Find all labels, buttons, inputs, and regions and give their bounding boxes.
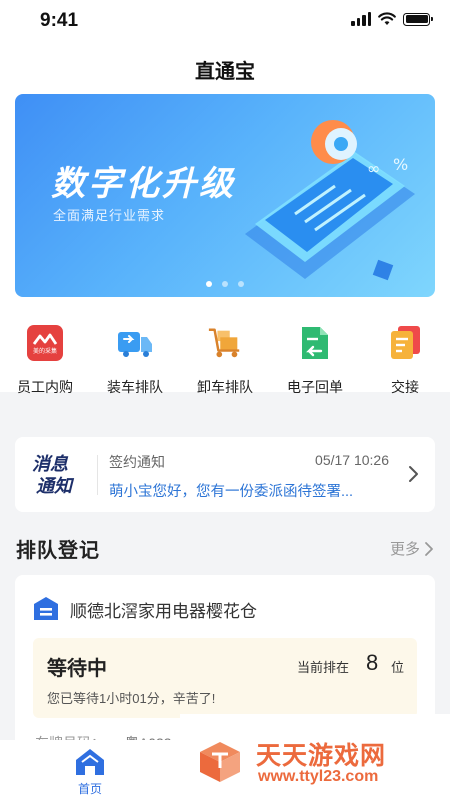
cellular-signal-icon	[351, 12, 371, 26]
carousel-dot[interactable]	[238, 281, 244, 287]
banner-subtitle: 全面满足行业需求	[53, 208, 166, 223]
rank-unit: 位	[391, 660, 405, 675]
chevron-right-icon	[409, 466, 418, 482]
page-title: 直通宝	[195, 61, 255, 83]
warehouse-icon	[34, 597, 58, 620]
carousel-dot[interactable]	[222, 281, 228, 287]
quick-item-unload-queue[interactable]: 卸车排队	[180, 325, 270, 397]
store-icon: 美的采集	[27, 325, 63, 361]
message-type: 签约通知	[109, 454, 165, 470]
watermark-url: www.ttyl23.com	[258, 768, 379, 785]
section-title: 排队登记	[16, 540, 100, 562]
banner-title: 数字化升级	[51, 165, 236, 203]
quick-item-employee-purchase[interactable]: 美的采集 员工内购	[0, 325, 90, 397]
message-notice-card[interactable]: 消息 通知 签约通知 05/17 10:26 萌小宝您好，您有一份委派函待签署.…	[15, 437, 435, 512]
carousel-dot-active[interactable]	[206, 281, 212, 287]
svg-text:∞: ∞	[367, 159, 380, 178]
rank-label: 当前排在	[297, 660, 350, 675]
more-link[interactable]: 更多	[390, 538, 436, 559]
status-icons	[351, 12, 433, 26]
message-logo: 消息 通知	[32, 453, 82, 497]
wifi-icon	[378, 12, 396, 25]
message-time: 05/17 10:26	[315, 452, 389, 468]
watermark-name: 天天游戏网	[256, 742, 387, 770]
more-label: 更多	[389, 541, 420, 558]
truck-load-icon	[117, 325, 153, 361]
quick-menu: 美的采集 员工内购 装车排队 卸车排队 电子回单 交接	[0, 325, 450, 397]
wait-status-box: 等待中 当前排在 8 位 您已等待1小时01分，辛苦了!	[33, 638, 417, 718]
divider	[97, 455, 98, 495]
carousel-dots	[15, 281, 435, 287]
quick-item-label: 装车排队	[107, 379, 163, 395]
quick-item-handover[interactable]: 交接	[360, 325, 450, 397]
banner-carousel[interactable]: 数字化升级 全面满足行业需求 ∞ %	[15, 94, 435, 297]
status-time: 9:41	[40, 10, 79, 31]
message-text: 萌小宝您好，您有一份委派函待签署...	[109, 484, 354, 500]
message-logo-line1: 消息	[32, 454, 68, 474]
status-bar: 9:41	[0, 0, 450, 40]
quick-item-label: 交接	[391, 379, 419, 395]
tab-home[interactable]: 首页	[60, 748, 120, 797]
warehouse-name: 顺德北滘家用电器樱花仓	[70, 602, 257, 621]
wait-duration: 您已等待1小时01分，辛苦了!	[47, 691, 216, 706]
queue-status: 等待中	[47, 658, 107, 680]
quick-item-label: 员工内购	[17, 379, 73, 395]
tab-home-label: 首页	[77, 782, 102, 796]
cart-unload-icon	[207, 325, 243, 361]
chevron-right-icon	[425, 541, 433, 556]
quick-item-label: 卸车排队	[197, 379, 253, 395]
svg-text:%: %	[393, 155, 408, 174]
message-logo-line2: 通知	[36, 476, 72, 496]
battery-icon	[403, 12, 433, 26]
tab-bar: 首页	[0, 740, 180, 800]
e-receipt-icon	[297, 325, 333, 361]
rank-number: 8	[366, 650, 379, 675]
handover-icon	[387, 325, 423, 361]
quick-item-label: 电子回单	[287, 379, 343, 395]
svg-text:美的采集: 美的采集	[33, 347, 57, 355]
quick-item-load-queue[interactable]: 装车排队	[90, 325, 180, 397]
phone-illustration-icon: ∞ %	[245, 120, 415, 281]
watermark-overlay: 天天游戏网 www.ttyl23.com	[180, 714, 450, 800]
home-icon	[76, 749, 104, 775]
quick-item-e-receipt[interactable]: 电子回单	[270, 325, 360, 397]
watermark-logo-icon	[200, 742, 240, 782]
